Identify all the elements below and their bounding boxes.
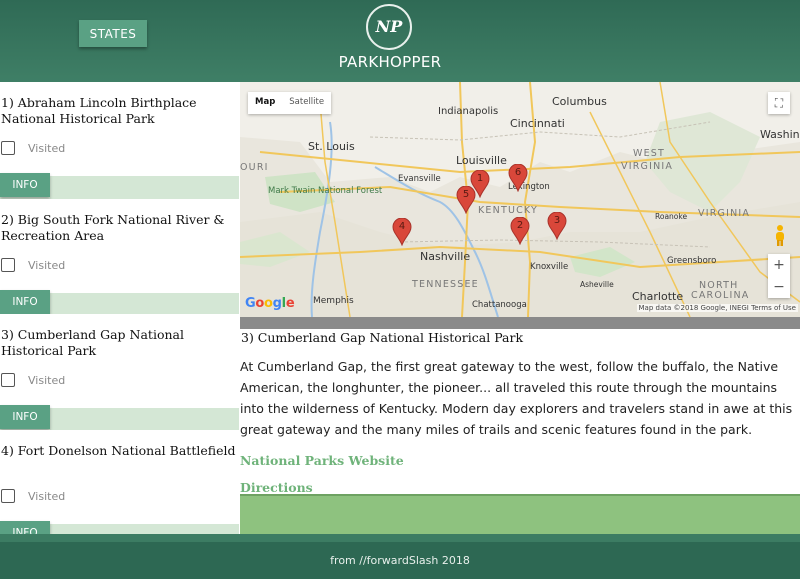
park-name: 3) Cumberland Gap National Historical Pa…: [1, 327, 184, 358]
zoom-control: + −: [768, 254, 790, 298]
map-city-label: Roanoke: [655, 212, 688, 221]
np-logo: NP: [366, 4, 412, 50]
brand-name: PARKHOPPER: [338, 53, 442, 71]
map-type-satellite[interactable]: Satellite: [282, 92, 331, 114]
park-list-item: 1) Abraham Lincoln Birthplace National H…: [0, 82, 239, 197]
map-city-label: Indianapolis: [438, 106, 499, 117]
zoom-in-button[interactable]: +: [768, 254, 790, 276]
park-card: 3) Cumberland Gap National Historical Pa…: [0, 314, 239, 408]
map-city-label: Asheville: [580, 280, 614, 289]
visited-checkbox[interactable]: [1, 141, 15, 155]
park-name: 1) Abraham Lincoln Birthplace National H…: [1, 95, 197, 126]
fullscreen-icon[interactable]: ⛶: [768, 92, 790, 114]
google-map[interactable]: Columbus Indianapolis Cincinnati St. Lou…: [240, 82, 800, 317]
park-list-item: 3) Cumberland Gap National Historical Pa…: [0, 314, 239, 429]
map-state-label: OURI: [240, 162, 269, 173]
map-city-label: Cincinnati: [510, 117, 565, 130]
detail-description: At Cumberland Gap, the first great gatew…: [240, 359, 793, 437]
map-type-map[interactable]: Map: [248, 92, 282, 114]
map-city-label: Knoxville: [530, 262, 569, 272]
park-card: 4) Fort Donelson National Battlefield Vi…: [0, 430, 239, 524]
map-state-label: TENNESSEE: [412, 279, 479, 290]
visited-label: Visited: [28, 142, 66, 155]
marker-label: 4: [398, 221, 406, 232]
detail-footer-band: [240, 494, 800, 534]
map-city-label: Louisville: [456, 154, 507, 167]
directions-link[interactable]: Directions: [240, 480, 313, 495]
map-city-label: St. Louis: [308, 140, 355, 153]
park-card: 1) Abraham Lincoln Birthplace National H…: [0, 82, 239, 176]
map-marker[interactable]: 5: [456, 186, 476, 214]
marker-label: 6: [514, 167, 522, 178]
map-state-label: WEST: [633, 148, 666, 159]
map-state-label: CAROLINA: [691, 290, 750, 301]
map-city-label: Chattanooga: [472, 300, 527, 310]
map-forest-label: Mark Twain National Forest: [268, 186, 383, 196]
marker-label: 1: [476, 173, 484, 184]
park-name: 2) Big South Fork National River & Recre…: [1, 212, 225, 243]
map-state-label: VIRGINIA: [698, 208, 751, 219]
map-state-label: VIRGINIA: [621, 161, 674, 172]
visited-checkbox[interactable]: [1, 489, 15, 503]
park-list-sidebar: 1) Abraham Lincoln Birthplace National H…: [0, 82, 239, 545]
visited-label: Visited: [28, 490, 66, 503]
google-logo: Google: [245, 296, 295, 311]
visited-checkbox[interactable]: [1, 258, 15, 272]
map-city-label: Washin: [760, 128, 800, 141]
info-button[interactable]: INFO: [0, 173, 50, 197]
visited-label: Visited: [28, 259, 66, 272]
park-list-item: 2) Big South Fork National River & Recre…: [0, 199, 239, 314]
app-header: STATES NP PARKHOPPER: [0, 0, 800, 82]
map-city-label: Greensboro: [667, 256, 717, 266]
marker-label: 5: [462, 189, 470, 200]
map-marker[interactable]: 3: [547, 212, 567, 240]
map-marker[interactable]: 6: [508, 164, 528, 192]
zoom-out-button[interactable]: −: [768, 276, 790, 298]
map-marker[interactable]: 4: [392, 218, 412, 246]
footer-text: from //forwardSlash 2018: [330, 554, 470, 567]
park-name: 4) Fort Donelson National Battlefield: [1, 443, 236, 458]
pegman-icon[interactable]: [773, 224, 787, 246]
map-marker[interactable]: 2: [510, 217, 530, 245]
park-card: 2) Big South Fork National River & Recre…: [0, 199, 239, 293]
park-list-item: 4) Fort Donelson National Battlefield Vi…: [0, 430, 239, 545]
map-city-label: Memphis: [313, 296, 354, 306]
states-button[interactable]: STATES: [79, 20, 147, 47]
visited-checkbox[interactable]: [1, 373, 15, 387]
park-detail-panel: 3) Cumberland Gap National Historical Pa…: [240, 329, 800, 495]
detail-title: 3) Cumberland Gap National Historical Pa…: [241, 330, 524, 345]
map-city-label: Charlotte: [632, 290, 684, 303]
footer-divider: [0, 534, 800, 542]
info-button[interactable]: INFO: [0, 405, 50, 429]
info-button[interactable]: INFO: [0, 290, 50, 314]
map-divider: [240, 317, 800, 329]
map-city-label: Nashville: [420, 250, 471, 263]
marker-label: 3: [553, 215, 561, 226]
map-attribution[interactable]: Map data ©2018 Google, INEGI Terms of Us…: [636, 304, 798, 312]
page-footer: from //forwardSlash 2018: [0, 542, 800, 579]
marker-label: 2: [516, 220, 524, 231]
map-state-label: KENTUCKY: [478, 205, 539, 216]
visited-label: Visited: [28, 374, 66, 387]
map-type-control: Map Satellite: [248, 92, 332, 114]
map-city-label: Columbus: [552, 95, 607, 108]
national-parks-website-link[interactable]: National Parks Website: [240, 453, 404, 468]
map-city-label: Evansville: [398, 174, 441, 184]
